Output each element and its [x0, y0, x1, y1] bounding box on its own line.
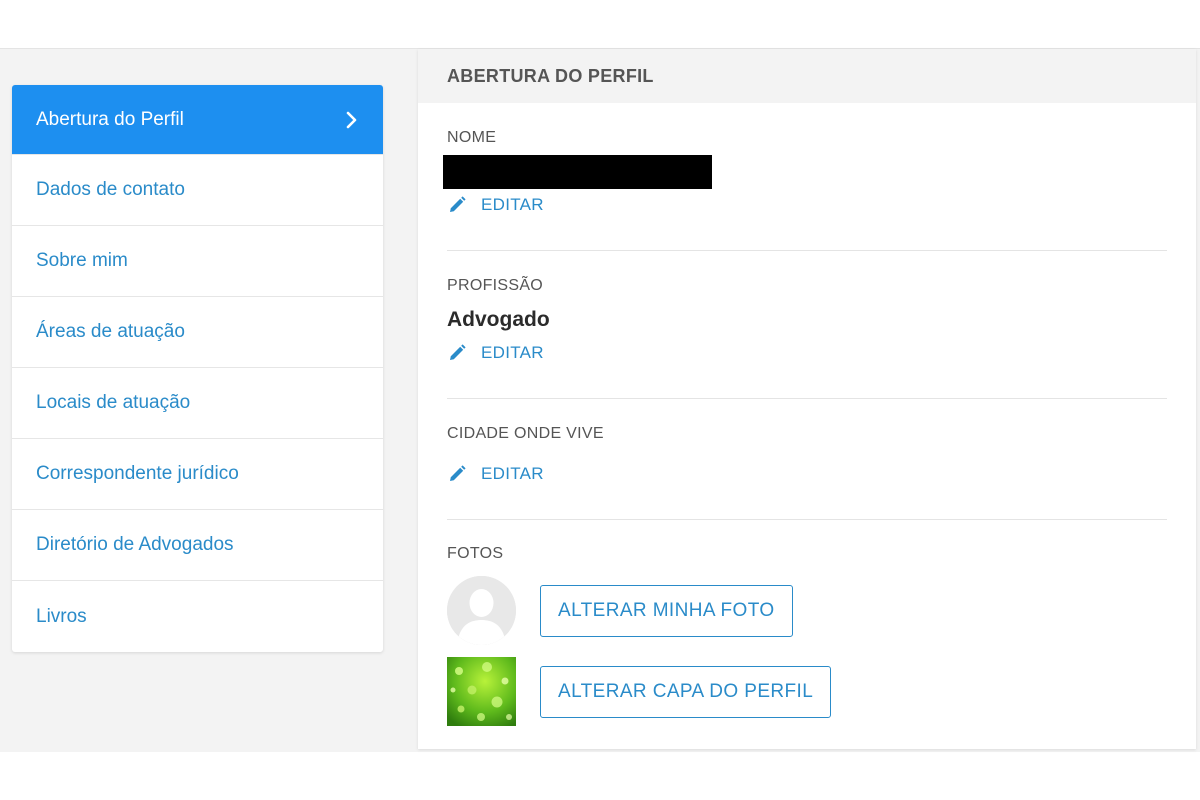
edit-profissao-button[interactable]: EDITAR [447, 343, 1167, 363]
sidebar-item-areas-de-atuacao[interactable]: Áreas de atuação [12, 297, 383, 368]
sidebar-item-label: Diretório de Advogados [36, 534, 234, 555]
cidade-label: CIDADE ONDE VIVE [447, 425, 604, 442]
divider [447, 250, 1167, 251]
sidebar-item-correspondente-juridico[interactable]: Correspondente jurídico [12, 439, 383, 510]
nome-section: NOME [447, 129, 1167, 147]
profissao-value: Advogado [447, 308, 550, 331]
change-cover-button[interactable]: ALTERAR CAPA DO PERFIL [540, 665, 832, 718]
sidebar-item-diretorio-de-advogados[interactable]: Diretório de Advogados [12, 510, 383, 581]
cover-image [447, 657, 516, 726]
profile-panel: ABERTURA DO PERFIL NOME EDITAR PROFISSÃO… [418, 49, 1196, 749]
sidebar-item-label: Sobre mim [36, 250, 128, 271]
sidebar-item-label: Correspondente jurídico [36, 463, 239, 484]
sidebar-item-livros[interactable]: Livros [12, 581, 383, 652]
cover-photo-row: ALTERAR CAPA DO PERFIL [447, 657, 832, 726]
change-photo-button[interactable]: ALTERAR MINHA FOTO [540, 584, 793, 637]
chevron-right-icon [345, 110, 359, 130]
sidebar-item-dados-de-contato[interactable]: Dados de contato [12, 155, 383, 226]
divider [447, 398, 1167, 399]
edit-label: EDITAR [481, 195, 544, 214]
sidebar-item-label: Áreas de atuação [36, 321, 185, 342]
pencil-icon [450, 344, 466, 360]
panel-title: ABERTURA DO PERFIL [418, 49, 1196, 103]
edit-cidade-button[interactable]: EDITAR [447, 464, 1167, 484]
profile-photo-row: ALTERAR MINHA FOTO [447, 576, 793, 645]
divider [447, 519, 1167, 520]
edit-label: EDITAR [481, 343, 544, 362]
profissao-label: PROFISSÃO [447, 277, 544, 294]
sidebar-item-abertura-do-perfil[interactable]: Abertura do Perfil [12, 85, 383, 155]
fotos-label: FOTOS [447, 545, 504, 562]
cidade-section: CIDADE ONDE VIVE [447, 425, 1167, 443]
edit-label: EDITAR [481, 464, 544, 483]
sidebar-item-label: Locais de atuação [36, 392, 191, 413]
sidebar: Abertura do Perfil Dados de contato Sobr… [12, 85, 383, 652]
edit-nome-button[interactable]: EDITAR [447, 195, 1167, 215]
sidebar-item-label: Abertura do Perfil [36, 108, 184, 130]
pencil-icon [450, 196, 466, 212]
pencil-icon [450, 465, 466, 481]
redacted-name [443, 155, 712, 189]
sidebar-item-label: Livros [36, 605, 87, 627]
sidebar-item-locais-de-atuacao[interactable]: Locais de atuação [12, 368, 383, 439]
sidebar-item-sobre-mim[interactable]: Sobre mim [12, 226, 383, 297]
sidebar-item-label: Dados de contato [36, 179, 185, 200]
app-container: Abertura do Perfil Dados de contato Sobr… [0, 48, 1200, 752]
profissao-section: PROFISSÃO [447, 277, 1167, 295]
fotos-section: FOTOS [447, 545, 1167, 563]
nome-label: NOME [447, 129, 497, 146]
user-silhouette-icon [447, 576, 516, 645]
